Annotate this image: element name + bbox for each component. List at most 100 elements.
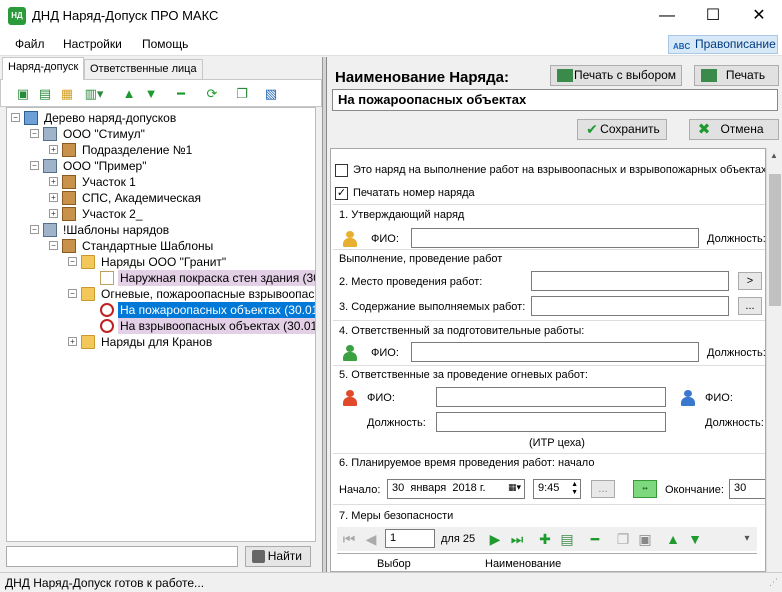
approver-position-label: Должность: [707,233,766,245]
person-icon[interactable] [343,231,357,247]
menu-help[interactable]: Помощь [142,37,188,51]
collapse-icon[interactable]: − [30,161,39,170]
expand-icon[interactable]: + [49,145,58,154]
person-icon[interactable] [343,390,357,406]
delete-icon[interactable]: ━ [173,86,189,102]
explosive-objects-checkbox[interactable] [335,164,348,177]
close-button[interactable]: ✕ [736,0,782,32]
expand-icon[interactable]: + [49,177,58,186]
expand-icon[interactable]: + [49,209,58,218]
work-place-select-button[interactable]: > [738,272,762,290]
expand-icon[interactable]: + [68,337,77,346]
delete-row-icon[interactable]: ━ [587,531,603,547]
spellcheck-button[interactable]: ABC Правописание [668,35,778,54]
window-title: ДНД Наряд-Допуск ПРО МАКС [32,8,219,23]
add-company-icon[interactable]: ▣ [15,86,31,102]
approver-fio-input[interactable] [411,228,699,248]
collapse-icon[interactable]: − [49,241,58,250]
maximize-button[interactable]: ☐ [690,0,736,32]
calendar-dropdown-icon[interactable]: ▦▾ [508,482,521,493]
tree-toolbar: ▣ ▤ ▦ ▥▾ ▲ ▼ ━ ⟳ ❐ ▧ [0,79,322,107]
move-down-icon[interactable]: ▼ [143,86,159,102]
scrollbar-thumb[interactable] [769,174,781,306]
refresh-icon[interactable]: ⟳ [204,86,220,102]
next-page-icon[interactable]: ▶ [487,531,503,547]
fire-responsible-fio-input[interactable] [436,387,666,407]
edit-row-icon[interactable]: ▤ [559,531,575,547]
page-number-input[interactable]: 1 [385,529,435,548]
first-page-icon[interactable]: ⏮ [341,531,357,547]
building-icon [43,223,57,237]
safety-measures-grid-header: Выбор Наименование [337,553,757,571]
properties-icon[interactable]: ▧ [263,86,279,102]
ban-icon [100,303,114,317]
work-content-input[interactable] [531,296,729,316]
start-time-more-button[interactable]: ... [591,480,615,498]
fire-responsible-position-input[interactable] [436,412,666,432]
menu-bar: Файл Настройки Помощь [0,32,782,56]
collapse-icon[interactable]: − [68,289,77,298]
copy-icon[interactable]: ❐ [234,86,250,102]
resize-grip-icon[interactable]: ⋰ [769,577,778,588]
save-button[interactable]: ✔ Сохранить [577,119,667,140]
print-button[interactable]: Печать [694,65,779,86]
section-divider [333,453,765,454]
folder-icon [81,287,95,301]
tab-naryad-dopusk[interactable]: Наряд-допуск [2,57,85,80]
tree-node-label: Наряды ООО "Гранит" [101,255,227,269]
section-divider [333,204,765,205]
start-time-input[interactable]: 9:45 ▲ ▼ [533,479,581,499]
add-row-icon[interactable]: ✚ [537,531,553,547]
fire-second-position-label: Должность: [705,417,764,429]
start-date-picker[interactable]: 30 января 2018 г. ▦▾ [387,479,525,499]
grid-menu-icon[interactable]: ▾ [739,531,755,547]
section-divider [333,365,765,366]
collapse-icon[interactable]: − [30,129,39,138]
collapse-icon[interactable]: − [30,225,39,234]
tree-node-label: На пожароопасных объектах (30.01. [118,302,315,318]
print-number-checkbox[interactable]: ✓ [335,187,348,200]
collapse-icon[interactable]: − [68,257,77,266]
end-label: Окончание: [665,484,724,496]
end-day: 30 [734,482,747,494]
move-up-icon[interactable]: ▲ [121,86,137,102]
cancel-button-label: Отмена [720,122,764,136]
column-name[interactable]: Наименование [485,558,561,570]
scroll-up-icon[interactable]: ▲ [770,151,778,160]
copy-row-icon[interactable]: ❐ [615,531,631,547]
time-spinner-icon[interactable]: ▲ ▼ [571,481,578,497]
print-with-selection-button[interactable]: Печать с выбором [550,65,682,86]
prev-page-icon[interactable]: ◀ [363,531,379,547]
menu-file[interactable]: Файл [15,37,45,51]
preparer-fio-input[interactable] [411,342,699,362]
cancel-button[interactable]: ✖ Отмена [689,119,779,140]
collapse-icon[interactable]: − [11,113,20,122]
section-6-title: 6. Планируемое время проведения работ: н… [339,457,595,469]
order-name-field[interactable]: На пожароопасных объектах [332,89,778,111]
tab-responsible-persons[interactable]: Ответственные лица [84,59,203,79]
start-month: января [410,482,447,494]
last-page-icon[interactable]: ⏭ [509,531,525,547]
menu-settings[interactable]: Настройки [63,37,122,51]
form-scrollbar[interactable]: ▲ [766,148,782,572]
expand-icon[interactable]: + [49,193,58,202]
new-order-menu-icon[interactable]: ▥▾ [81,86,107,102]
end-date-picker[interactable]: 30 [729,479,765,499]
minimize-button[interactable]: — [644,0,690,32]
paste-row-icon[interactable]: ▣ [637,531,653,547]
add-folder-icon[interactable]: ▦ [59,86,75,102]
end-same-as-start-icon[interactable]: •• [633,480,657,498]
tree-search-input[interactable] [6,546,238,567]
person-icon[interactable] [343,345,357,361]
person-icon[interactable] [681,390,695,406]
row-up-icon[interactable]: ▲ [665,531,681,547]
find-button[interactable]: Найти [245,546,311,567]
add-division-icon[interactable]: ▤ [37,86,53,102]
fire-responsible-position-label: Должность: [367,417,426,429]
work-place-input[interactable] [531,271,729,291]
work-content-browse-button[interactable]: ... [738,297,762,315]
status-bar: ДНД Наряд-Допуск готов к работе... ⋰ [0,572,782,592]
row-down-icon[interactable]: ▼ [687,531,703,547]
app-logo-icon: НД [8,7,26,25]
column-select[interactable]: Выбор [377,558,411,570]
